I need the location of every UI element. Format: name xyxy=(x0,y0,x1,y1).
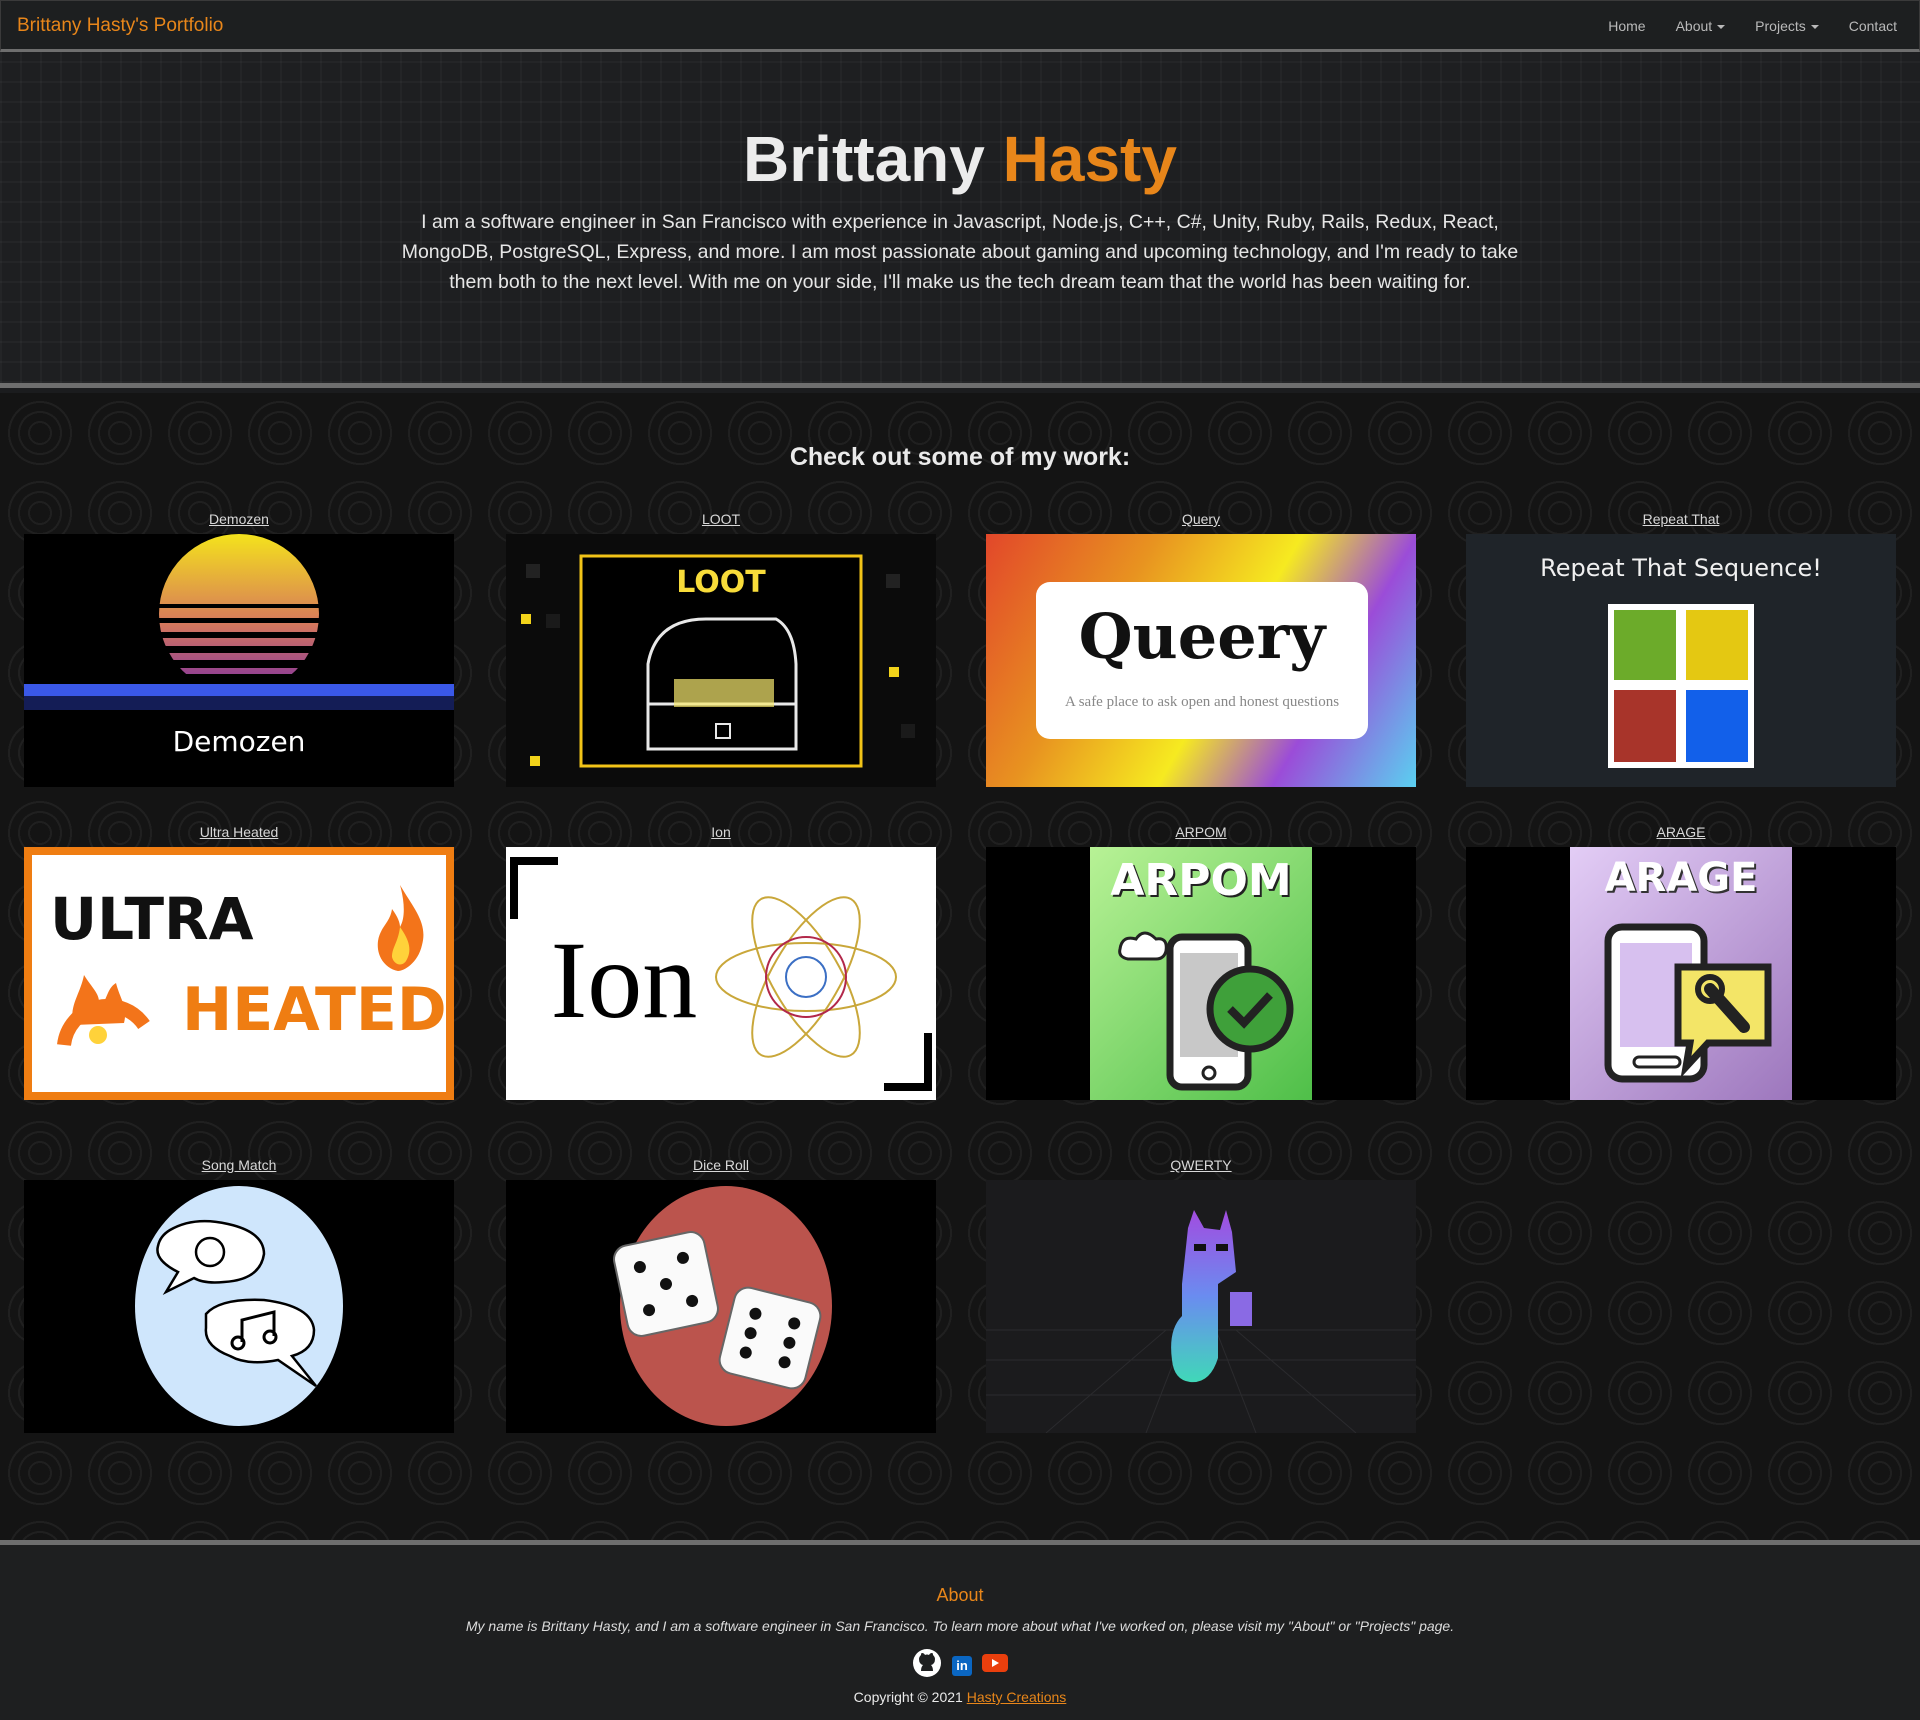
flame-icon xyxy=(377,885,424,971)
project-card-ultra-heated: Ultra Heated ULTRA HEATED xyxy=(24,823,454,1100)
query-thumb-title: Queery xyxy=(1078,600,1326,673)
project-thumb-query[interactable]: Queery A safe place to ask open and hone… xyxy=(986,534,1416,787)
repeat-thumb-text: Repeat That Sequence! xyxy=(1540,554,1822,582)
project-link-repeat-that[interactable]: Repeat That xyxy=(1466,510,1896,534)
project-link-dice-roll[interactable]: Dice Roll xyxy=(506,1156,936,1180)
nav-links: Home About Projects Contact xyxy=(1578,1,1897,51)
project-thumb-loot[interactable]: LOOT xyxy=(506,534,936,787)
project-card-dice-roll: Dice Roll xyxy=(506,1156,936,1433)
ion-thumb-text: Ion xyxy=(551,919,698,1041)
project-card-song-match: Song Match xyxy=(24,1156,454,1433)
top-navbar: Brittany Hasty's Portfolio Home About Pr… xyxy=(0,0,1920,52)
hero-first-name: Brittany xyxy=(743,123,985,195)
linkedin-glyph: in xyxy=(956,1657,968,1673)
arage-panel: ARAGE xyxy=(1570,847,1792,1100)
project-thumb-song-match[interactable] xyxy=(24,1180,454,1433)
brand-link[interactable]: Brittany Hasty's Portfolio xyxy=(17,15,223,37)
project-link-ion[interactable]: Ion xyxy=(506,823,936,847)
footer-text: My name is Brittany Hasty, and I am a so… xyxy=(465,1618,1455,1634)
project-thumb-ion[interactable]: Ion xyxy=(506,847,936,1100)
project-thumb-repeat-that[interactable]: Repeat That Sequence! xyxy=(1466,534,1896,787)
project-thumb-ultra-heated[interactable]: ULTRA HEATED xyxy=(24,847,454,1100)
project-link-loot[interactable]: LOOT xyxy=(506,510,936,534)
demozen-thumb-text: Demozen xyxy=(173,725,306,758)
color-grid-image xyxy=(1608,604,1754,768)
nav-home[interactable]: Home xyxy=(1608,18,1645,34)
ultra-thumb-line1: ULTRA xyxy=(50,885,254,953)
project-card-arage: ARAGE ARAGE xyxy=(1466,823,1896,1100)
arage-thumb-text: ARAGE xyxy=(1604,855,1758,901)
github-icon[interactable] xyxy=(912,1648,942,1683)
nav-contact[interactable]: Contact xyxy=(1849,18,1897,34)
nav-projects-dropdown[interactable]: Projects xyxy=(1755,18,1819,34)
hero-title: Brittany Hasty xyxy=(0,122,1920,196)
speech-bubbles-image xyxy=(135,1186,343,1426)
caret-down-icon xyxy=(1717,25,1726,30)
qwerty-cat-image xyxy=(986,1210,1416,1433)
nav-projects-label: Projects xyxy=(1755,18,1806,34)
project-link-demozen[interactable]: Demozen xyxy=(24,510,454,534)
project-thumb-qwerty[interactable] xyxy=(986,1180,1416,1433)
project-card-demozen: Demozen Demozen xyxy=(24,510,454,787)
copyright: Copyright © 2021 Hasty Creations xyxy=(0,1689,1920,1705)
phone-wrench-icon xyxy=(1604,923,1772,1083)
query-thumb-subtitle: A safe place to ask open and honest ques… xyxy=(1064,694,1340,710)
project-thumb-dice-roll[interactable] xyxy=(506,1180,936,1433)
footer: About My name is Brittany Hasty, and I a… xyxy=(0,1540,1920,1720)
project-card-arpom: ARPOM ARPOM xyxy=(986,823,1416,1100)
dice-image xyxy=(613,1186,832,1426)
ultra-thumb-line2: HEATED xyxy=(182,975,447,1045)
speedometer-flame-icon xyxy=(57,975,150,1047)
project-card-repeat-that: Repeat That Repeat That Sequence! xyxy=(1466,510,1896,787)
ion-atom-image: Ion xyxy=(510,857,932,1091)
hero-last-name: Hasty xyxy=(1002,123,1177,195)
project-link-arpom[interactable]: ARPOM xyxy=(986,823,1416,847)
project-card-query: Query Queery A safe place to ask open an… xyxy=(986,510,1416,787)
phone-check-icon xyxy=(1118,931,1294,1091)
hero-intro: I am a software engineer in San Francisc… xyxy=(401,211,1519,293)
nav-about-dropdown[interactable]: About xyxy=(1676,18,1726,34)
footer-title: About xyxy=(936,1585,984,1605)
sunset-image: Demozen xyxy=(24,534,454,758)
work-section: Check out some of my work: Demozen Demoz… xyxy=(0,393,1920,1540)
copyright-text: Copyright © 2021 xyxy=(853,1689,963,1705)
youtube-icon[interactable] xyxy=(982,1653,1008,1678)
hero-section: Brittany Hasty I am a software engineer … xyxy=(0,52,1920,388)
hasty-creations-link[interactable]: Hasty Creations xyxy=(967,1689,1067,1705)
treasure-chest-image: LOOT xyxy=(506,534,936,787)
query-card: Queery A safe place to ask open and hone… xyxy=(1036,582,1368,739)
project-link-qwerty[interactable]: QWERTY xyxy=(986,1156,1416,1180)
caret-down-icon xyxy=(1810,25,1819,30)
project-thumb-demozen[interactable]: Demozen xyxy=(24,534,454,787)
arpom-thumb-text: ARPOM xyxy=(1110,855,1292,906)
arpom-panel: ARPOM xyxy=(1090,847,1312,1100)
project-link-ultra-heated[interactable]: Ultra Heated xyxy=(24,823,454,847)
project-link-song-match[interactable]: Song Match xyxy=(24,1156,454,1180)
work-heading: Check out some of my work: xyxy=(789,443,1131,471)
project-link-arage[interactable]: ARAGE xyxy=(1466,823,1896,847)
nav-about-label: About xyxy=(1675,18,1713,34)
project-thumb-arpom[interactable]: ARPOM xyxy=(986,847,1416,1100)
social-icons: in xyxy=(0,1648,1920,1683)
project-card-ion: Ion Ion xyxy=(506,823,936,1100)
project-card-loot: LOOT LOOT xyxy=(506,510,936,787)
linkedin-icon[interactable]: in xyxy=(952,1655,972,1676)
loot-thumb-text: LOOT xyxy=(676,565,766,600)
project-thumb-arage[interactable]: ARAGE xyxy=(1466,847,1896,1100)
project-link-query[interactable]: Query xyxy=(986,510,1416,534)
project-card-qwerty: QWERTY xyxy=(986,1156,1416,1433)
